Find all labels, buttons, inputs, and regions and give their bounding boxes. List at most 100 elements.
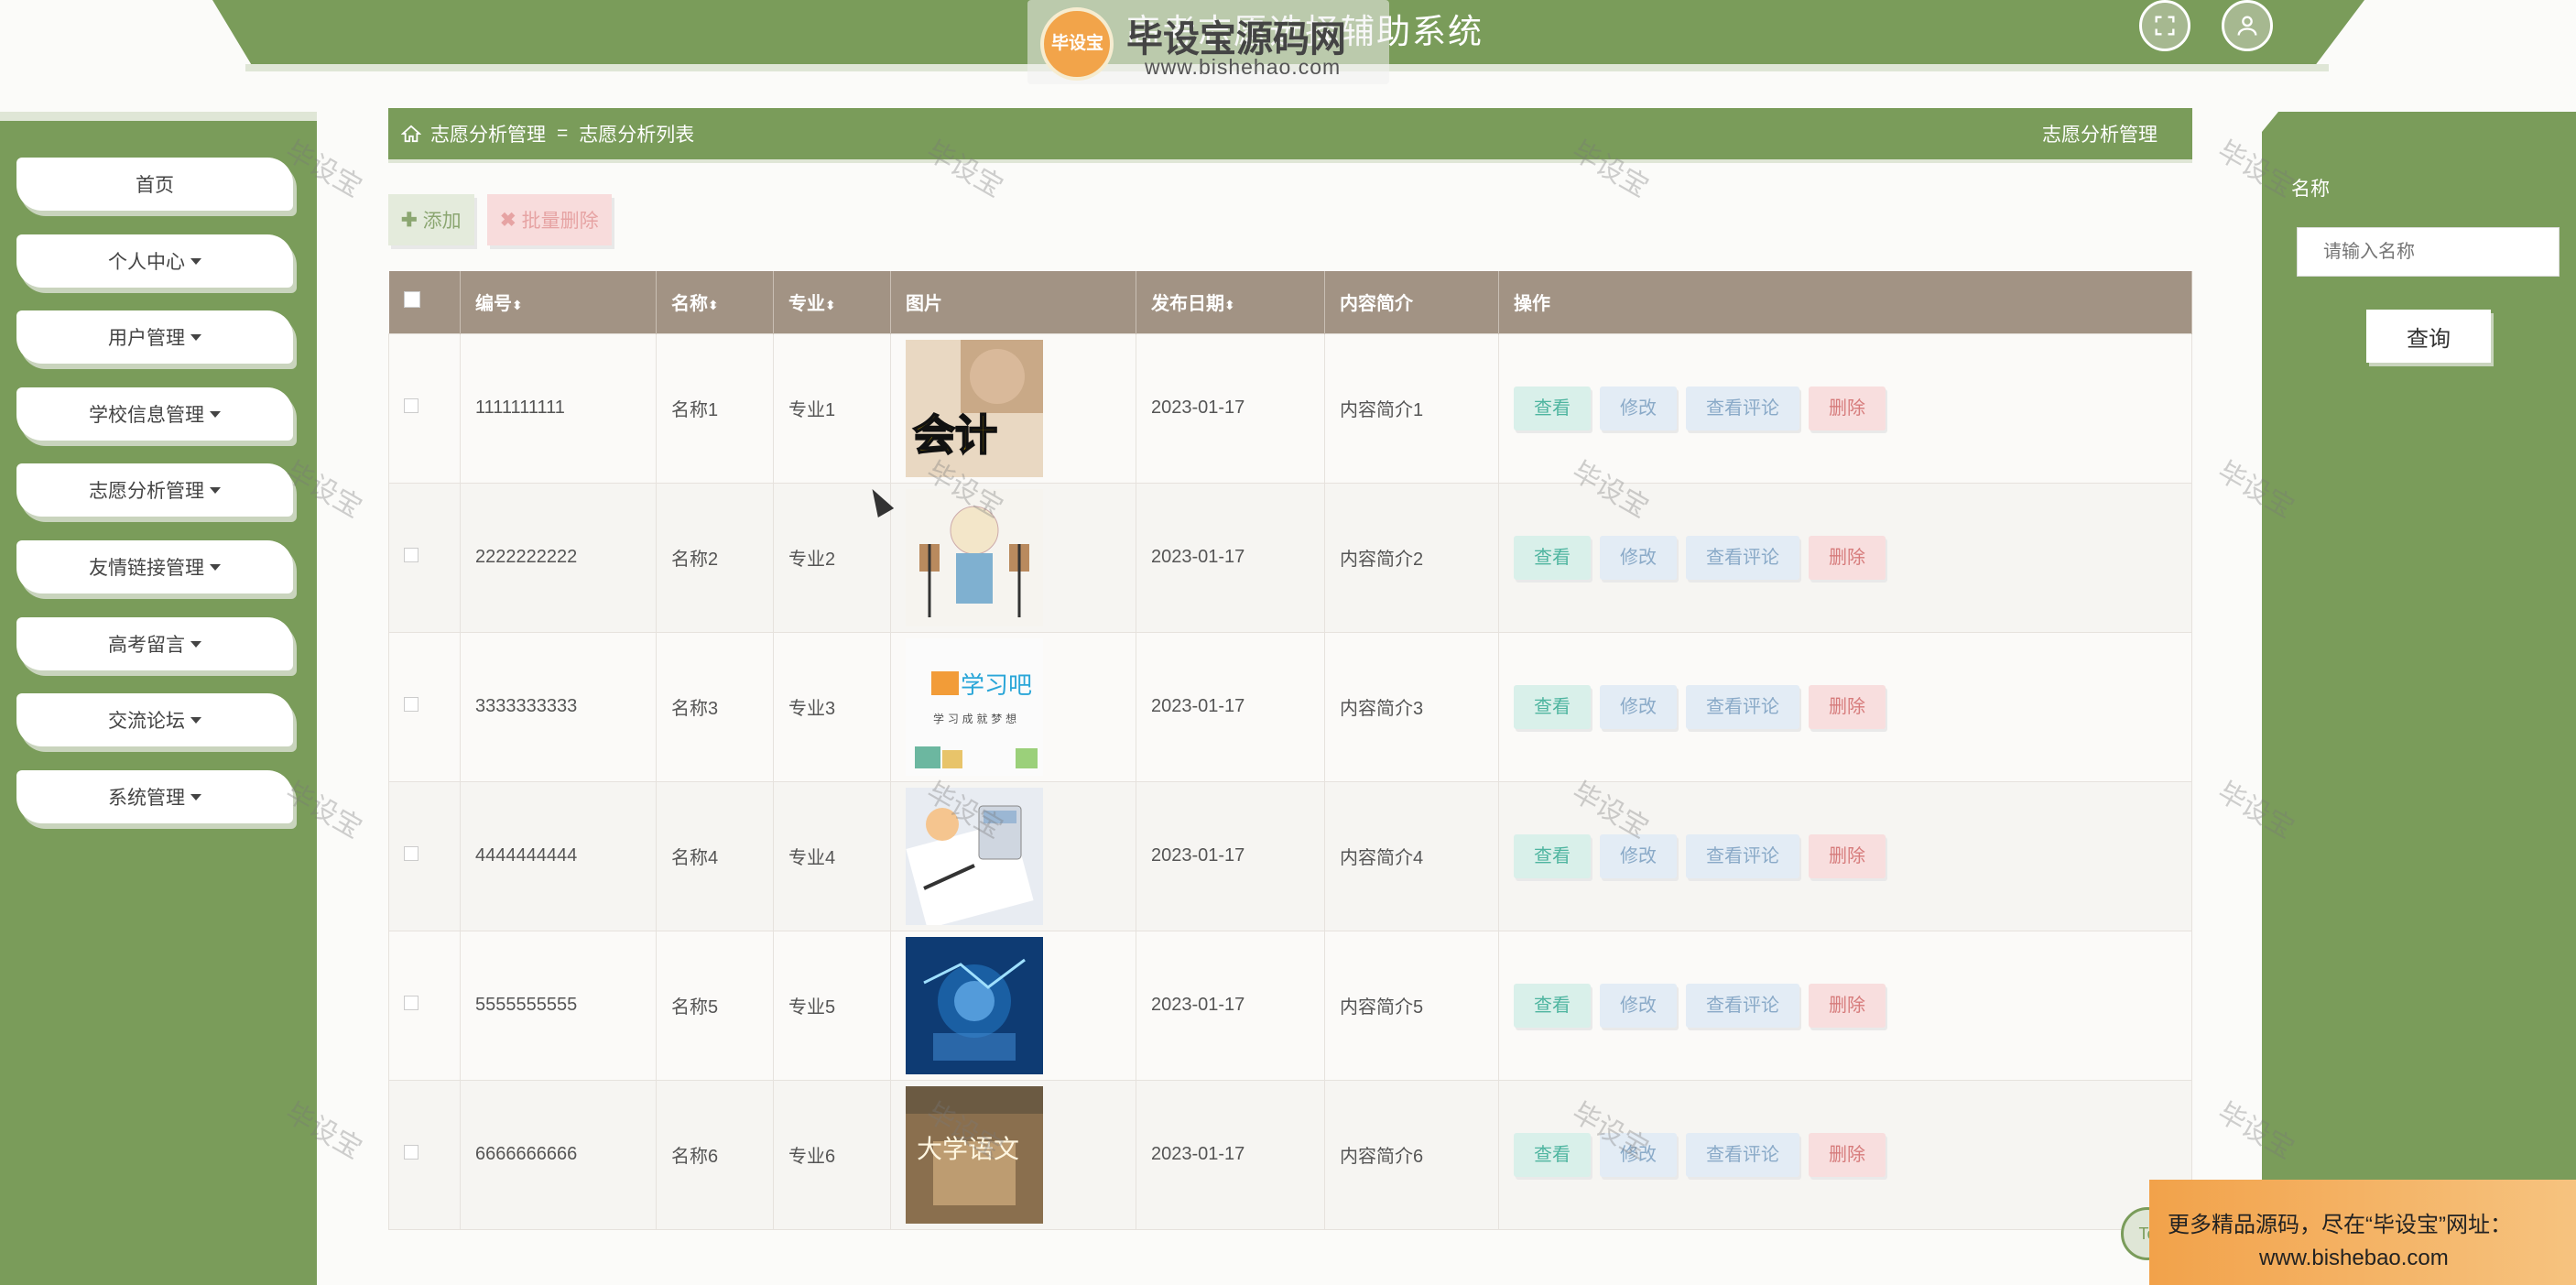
table-row: 6666666666 名称6 专业6 大学语文 2023-01-17 内容简介6 查看 修改查… [388, 1079, 2192, 1230]
sidebar-item-forum[interactable]: 交流论坛 [16, 693, 293, 746]
thumbnail-image[interactable] [906, 488, 1136, 626]
row-checkbox[interactable] [404, 548, 418, 562]
sidebar-item-volunteer-analysis-management[interactable]: 志愿分析管理 [16, 463, 293, 517]
data-table: 编号⬍ 名称⬍ 专业⬍ 图片 发布日期⬍ 内容简介 操作 1111111111 名… [388, 271, 2192, 1230]
cell-id: 2222222222 [460, 482, 657, 633]
cell-name: 名称1 [656, 332, 774, 484]
view-button[interactable]: 查看 [1514, 1132, 1591, 1177]
sidebar-item-label: 首页 [136, 175, 174, 196]
sidebar-item-school-info-management[interactable]: 学校信息管理 [16, 387, 293, 441]
fullscreen-button[interactable] [2139, 0, 2190, 51]
breadcrumb: 志愿分析管理 = 志愿分析列表 志愿分析管理 [388, 108, 2192, 163]
breadcrumb-parent[interactable]: 志愿分析管理 [430, 120, 546, 147]
sidebar-item-exam-messages[interactable]: 高考留言 [16, 617, 293, 670]
caret-down-icon [210, 563, 221, 571]
delete-button[interactable]: 删除 [1809, 1132, 1886, 1177]
sidebar-item-personal-center[interactable]: 个人中心 [16, 234, 293, 288]
cell-image [890, 482, 1136, 633]
search-input[interactable] [2297, 227, 2560, 277]
view-comments-button[interactable]: 查看评论 [1686, 386, 1799, 430]
table-row: 1111111111 名称1 专业1 会计 2023-01-17 内容简介1 查看 修改 查看评… [388, 332, 2192, 484]
cell-major: 专业4 [773, 780, 891, 931]
promo-banner: 更多精品源码，尽在“毕设宝”网址： www.bishebao.com [2149, 1180, 2576, 1285]
delete-button[interactable]: 删除 [1809, 386, 1886, 430]
batch-delete-button[interactable]: ✖ 批量删除 [487, 194, 612, 245]
cell-image: 大学语文 [890, 1079, 1136, 1230]
view-comments-button[interactable]: 查看评论 [1686, 983, 1799, 1028]
view-comments-button[interactable]: 查看评论 [1686, 535, 1799, 580]
col-date[interactable]: 发布日期⬍ [1136, 271, 1325, 333]
cell-major: 专业6 [773, 1079, 891, 1230]
sidebar-item-label: 个人中心 [108, 252, 185, 273]
row-checkbox[interactable] [404, 996, 418, 1010]
user-button[interactable] [2222, 0, 2273, 51]
cell-major: 专业3 [773, 631, 891, 782]
sidebar-item-label: 友情链接管理 [89, 558, 204, 579]
sort-icon: ⬍ [1224, 298, 1235, 313]
delete-button[interactable]: 删除 [1809, 535, 1886, 580]
cell-image: 会计 [890, 332, 1136, 484]
thumbnail-image[interactable] [906, 936, 1136, 1074]
col-actions: 操作 [1498, 271, 2192, 333]
view-button[interactable]: 查看 [1514, 833, 1591, 878]
cell-date: 2023-01-17 [1136, 482, 1325, 633]
cell-name: 名称4 [656, 780, 774, 931]
sort-icon: ⬍ [825, 298, 836, 313]
view-button[interactable]: 查看 [1514, 983, 1591, 1028]
caret-down-icon [210, 486, 221, 494]
cell-id: 3333333333 [460, 631, 657, 782]
col-name[interactable]: 名称⬍ [656, 271, 774, 333]
row-checkbox[interactable] [404, 846, 418, 861]
row-checkbox[interactable] [404, 398, 418, 413]
watermark-logo: 毕设宝 毕设宝源码网 www.bishehao.com [1027, 0, 1389, 84]
cell-name: 名称5 [656, 930, 774, 1081]
edit-button[interactable]: 修改 [1600, 386, 1677, 430]
cell-name: 名称6 [656, 1079, 774, 1230]
view-button[interactable]: 查看 [1514, 535, 1591, 580]
edit-button[interactable]: 修改 [1600, 535, 1677, 580]
add-button[interactable]: ✚ 添加 [388, 194, 474, 245]
sidebar-item-label: 交流论坛 [108, 711, 185, 732]
cell-actions: 查看 修改 查看评论 删除 [1498, 930, 2192, 1081]
delete-button[interactable]: 删除 [1809, 684, 1886, 729]
cell-intro: 内容简介4 [1324, 780, 1499, 931]
home-icon[interactable] [401, 125, 421, 143]
col-major[interactable]: 专业⬍ [773, 271, 891, 333]
table-row: 3333333333 名称3 专业3 学习吧学 习 成 就 梦 想 2023-01-17… [388, 631, 2192, 782]
sidebar-item-label: 高考留言 [108, 635, 185, 656]
view-button[interactable]: 查看 [1514, 386, 1591, 430]
sort-icon: ⬍ [512, 298, 523, 313]
cell-major: 专业1 [773, 332, 891, 484]
cell-actions: 查看 修改 查看评论 删除 [1498, 631, 2192, 782]
cell-major: 专业5 [773, 930, 891, 1081]
watermark-url: www.bishehao.com [1145, 55, 1342, 79]
caret-down-icon [190, 793, 201, 800]
cell-id: 4444444444 [460, 780, 657, 931]
delete-button[interactable]: 删除 [1809, 983, 1886, 1028]
edit-button[interactable]: 修改 [1600, 983, 1677, 1028]
sidebar-item-home[interactable]: 首页 [16, 158, 293, 211]
delete-button[interactable]: 删除 [1809, 833, 1886, 878]
cell-image [890, 930, 1136, 1081]
view-comments-button[interactable]: 查看评论 [1686, 833, 1799, 878]
view-button[interactable]: 查看 [1514, 684, 1591, 729]
edit-button[interactable]: 修改 [1600, 684, 1677, 729]
select-all-checkbox[interactable] [403, 290, 420, 308]
view-comments-button[interactable]: 查看评论 [1686, 684, 1799, 729]
cell-intro: 内容简介6 [1324, 1079, 1499, 1230]
query-button[interactable]: 查询 [2366, 310, 2491, 363]
row-checkbox[interactable] [404, 697, 418, 712]
row-checkbox[interactable] [404, 1145, 418, 1160]
view-comments-button[interactable]: 查看评论 [1686, 1132, 1799, 1177]
table-row: 2222222222 名称2 专业2 2023-01-17 内容简介2 查看 修改 查看评论删… [388, 482, 2192, 633]
col-id[interactable]: 编号⬍ [460, 271, 657, 333]
promo-url[interactable]: www.bishebao.com [2168, 1242, 2576, 1275]
thumbnail-image[interactable]: 学习吧学 习 成 就 梦 想 [906, 637, 1136, 776]
sidebar-item-user-management[interactable]: 用户管理 [16, 310, 293, 364]
sidebar-item-label: 志愿分析管理 [89, 481, 204, 502]
sidebar-item-friend-link-management[interactable]: 友情链接管理 [16, 540, 293, 593]
sidebar-item-system-management[interactable]: 系统管理 [16, 770, 293, 823]
cell-id: 6666666666 [460, 1079, 657, 1230]
sidebar-item-label: 系统管理 [108, 788, 185, 809]
cell-name: 名称2 [656, 482, 774, 633]
